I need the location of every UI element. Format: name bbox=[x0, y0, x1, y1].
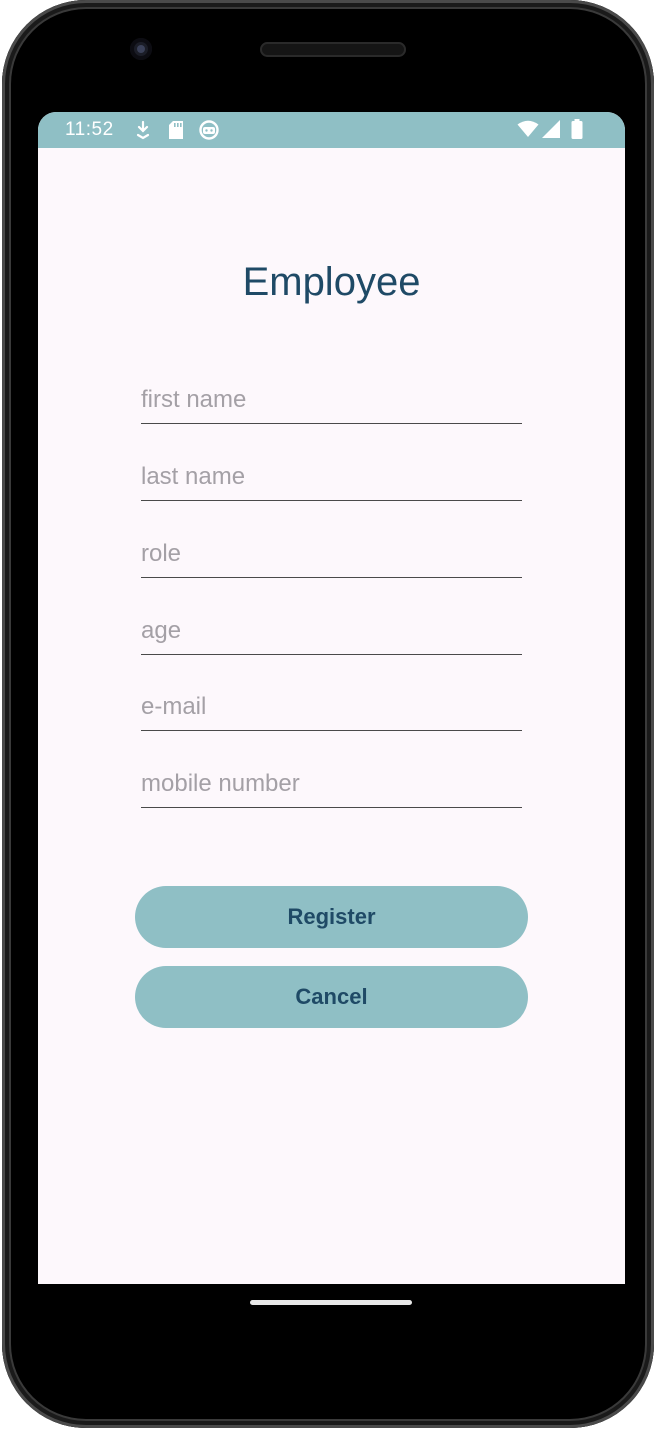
last-name-input[interactable] bbox=[141, 457, 522, 501]
cancel-button[interactable]: Cancel bbox=[135, 966, 528, 1028]
age-input[interactable] bbox=[141, 611, 522, 655]
earpiece-speaker bbox=[260, 42, 406, 57]
mobile-number-input[interactable] bbox=[141, 764, 522, 808]
android-face-icon bbox=[199, 120, 219, 145]
status-time: 11:52 bbox=[65, 119, 114, 140]
download-arrow-icon bbox=[136, 120, 150, 145]
status-bar: 11:52 bbox=[38, 112, 625, 148]
cellular-signal-icon bbox=[541, 120, 561, 143]
register-button[interactable]: Register bbox=[135, 886, 528, 948]
role-input[interactable] bbox=[141, 534, 522, 578]
app-screen: 11:52 Employee first name last name role… bbox=[38, 112, 625, 1284]
page-title: Employee bbox=[242, 260, 421, 304]
phone-frame: 11:52 Employee first name last name role… bbox=[2, 0, 654, 1428]
battery-icon bbox=[571, 119, 583, 144]
home-gesture-handle[interactable] bbox=[250, 1300, 412, 1305]
navigation-bar bbox=[38, 1284, 625, 1344]
sd-card-icon bbox=[168, 120, 184, 145]
email-input[interactable] bbox=[141, 687, 522, 731]
first-name-input[interactable] bbox=[141, 380, 522, 424]
wifi-icon bbox=[517, 120, 539, 143]
front-camera bbox=[130, 38, 152, 60]
